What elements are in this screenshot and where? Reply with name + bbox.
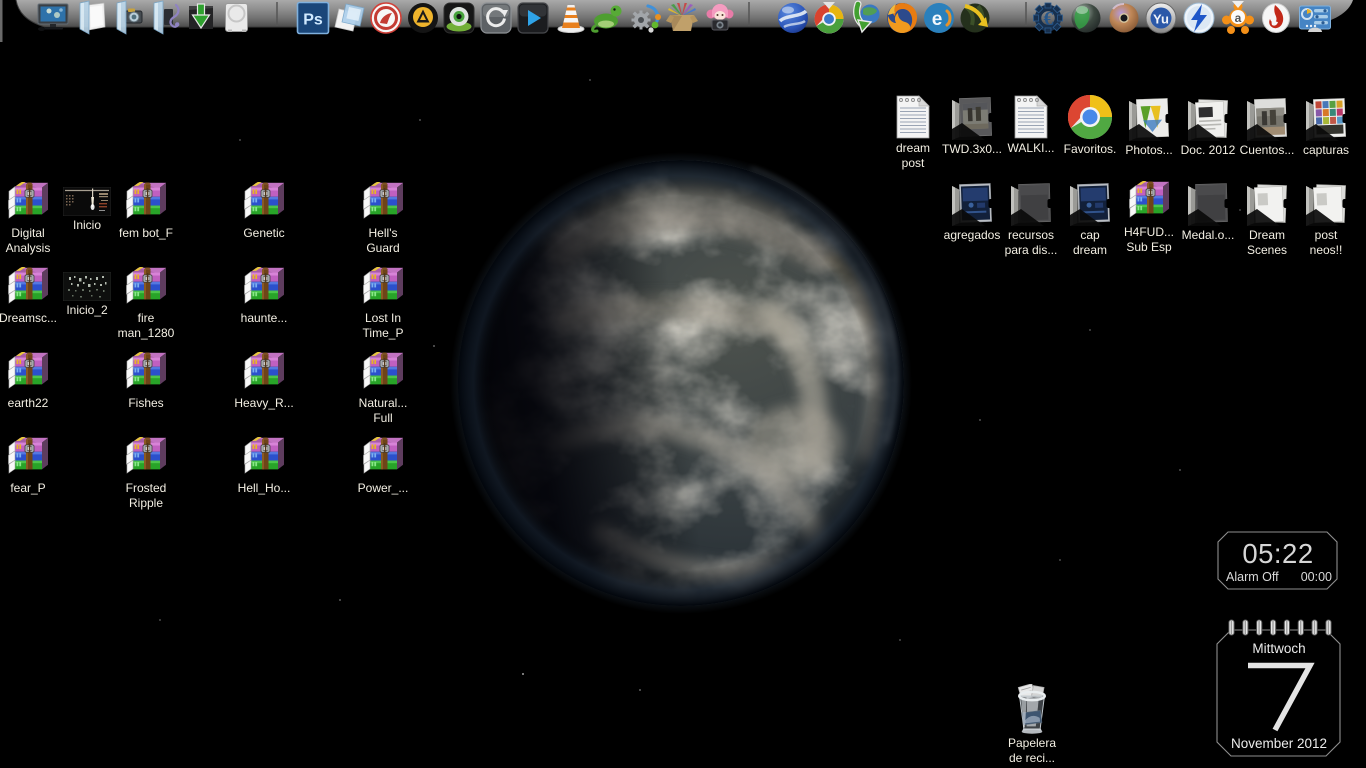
svg-text:Yu: Yu — [1153, 12, 1169, 27]
svg-text:Ps: Ps — [303, 12, 323, 29]
svg-text:a: a — [1235, 11, 1242, 25]
svg-text:05:22: 05:22 — [1242, 538, 1313, 569]
svg-text:00:00: 00:00 — [1301, 570, 1332, 584]
svg-text:Mittwoch: Mittwoch — [1252, 641, 1305, 656]
svg-text:November 2012: November 2012 — [1231, 736, 1327, 751]
svg-text:Alarm Off: Alarm Off — [1226, 570, 1279, 584]
svg-text:e: e — [932, 9, 943, 30]
svg-text:€: € — [1044, 8, 1054, 30]
